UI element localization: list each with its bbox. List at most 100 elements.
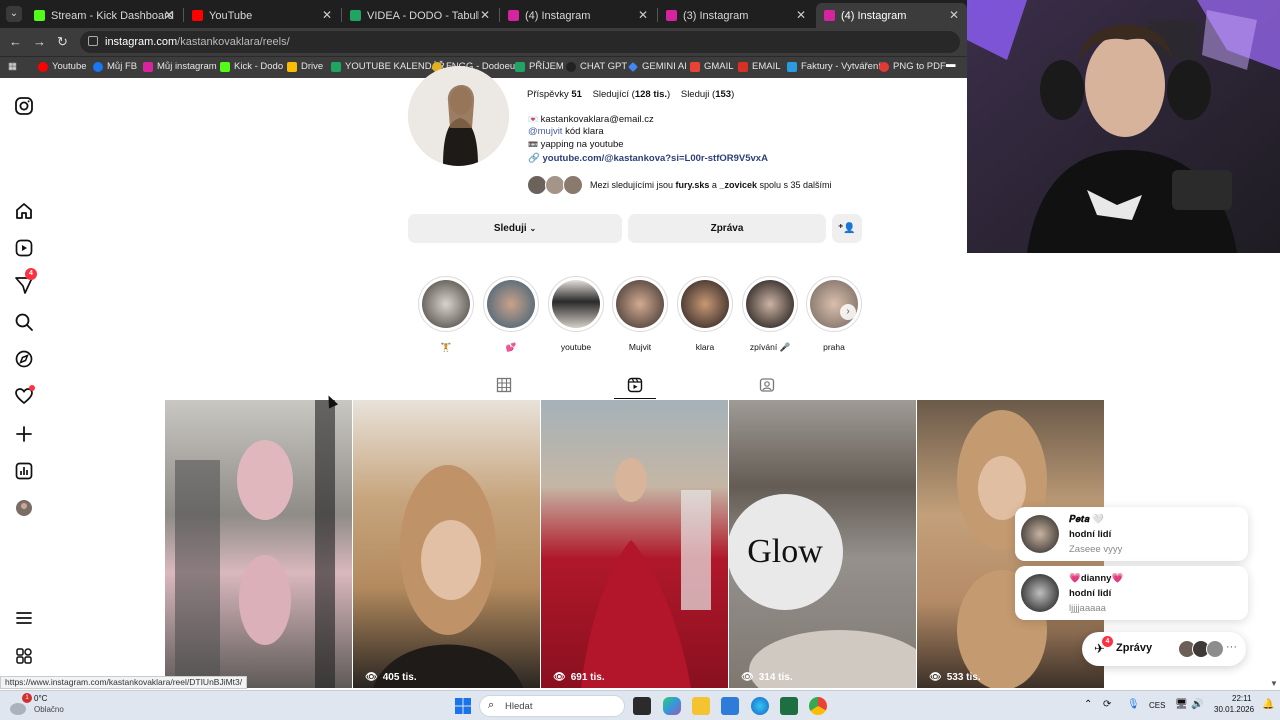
search-icon[interactable] — [14, 312, 34, 332]
task-view-icon[interactable] — [633, 697, 651, 715]
back-icon[interactable]: ← — [9, 34, 22, 49]
clock-time[interactable]: 22:11 — [1232, 694, 1251, 703]
tab-instagram-active[interactable]: (4) Instagram ✕ — [816, 3, 967, 28]
close-icon[interactable]: ✕ — [322, 8, 332, 22]
highlight-item[interactable]: Mujvit — [612, 276, 668, 352]
highlight-item[interactable]: 🏋 — [418, 276, 474, 353]
profile-picture[interactable] — [408, 66, 509, 166]
weather-widget[interactable]: 1 — [8, 693, 32, 717]
notifications-heart-icon[interactable] — [14, 385, 35, 406]
messages-button[interactable]: ✈ 4 Zprávy ··· — [1082, 632, 1246, 666]
reel-thumbnail[interactable]: 👁 691 tis. — [541, 400, 728, 688]
explore-icon[interactable] — [14, 349, 34, 369]
outlook-icon[interactable] — [721, 697, 739, 715]
search-icon: ⌕ — [488, 699, 495, 711]
microphone-icon[interactable]: 🎙 — [1127, 699, 1140, 710]
tab-sheets[interactable]: VIDEA - DODO - Tabulky Goog ✕ — [342, 3, 498, 28]
windows-taskbar: 1 0°C Oblačno ⌕ Hledat ⌃ ⟳ 🎙 CES 🖥 🔊 22:… — [0, 690, 1280, 720]
bookmark-instagram[interactable]: Můj instagram — [143, 61, 217, 72]
followers-stat[interactable]: Sledující (128 tis.) — [593, 89, 671, 100]
file-explorer-icon[interactable] — [692, 697, 710, 715]
instagram-logo-icon[interactable] — [14, 96, 34, 116]
highlight-item[interactable]: youtube — [548, 276, 604, 352]
tagged-icon[interactable] — [759, 377, 775, 393]
language-indicator[interactable]: CES — [1149, 701, 1165, 710]
more-bookmarks-icon[interactable]: ▬ — [946, 59, 956, 70]
reload-icon[interactable]: ↻ — [57, 34, 68, 50]
highlight-cover — [681, 280, 729, 328]
clock-date[interactable]: 30.01.2026 — [1214, 705, 1254, 714]
grid-posts-icon[interactable] — [496, 377, 512, 393]
message-preview-card[interactable]: 💗dianny💗 hodní lidí ljjjjaaaaa — [1015, 566, 1248, 620]
status-url: https://www.instagram.com/kastankovaklar… — [0, 676, 248, 689]
highlights-next-icon[interactable]: › — [840, 304, 856, 320]
sync-icon[interactable]: ⟳ — [1103, 699, 1111, 710]
mention-link[interactable]: @mujvit — [528, 126, 562, 137]
apps-icon[interactable]: ▦ — [8, 61, 17, 72]
menu-icon[interactable] — [14, 608, 34, 628]
copilot-icon[interactable] — [663, 697, 681, 715]
tray-expand-icon[interactable]: ⌃ — [1084, 699, 1092, 710]
reel-thumbnail[interactable]: 👁 405 tis. — [353, 400, 540, 688]
following-button[interactable]: Sleduji ⌄ — [408, 214, 622, 243]
url-field[interactable]: instagram.com/kastankovaklara/reels/ — [80, 31, 960, 53]
following-stat[interactable]: Sleduji (153) — [681, 89, 734, 100]
followed-by-text[interactable]: Mezi sledujícími jsou fury.sks a _zovice… — [590, 180, 832, 190]
reel-thumbnail[interactable] — [165, 400, 352, 688]
suggest-user-button[interactable]: ⁺👤 — [832, 214, 862, 243]
bookmark-gmail[interactable]: GMAIL — [690, 61, 734, 72]
bio-link[interactable]: 🔗 youtube.com/@kastankova?si=L00r-stfOR9… — [528, 153, 768, 164]
bookmark-faktury[interactable]: Faktury - Vytváření — [787, 61, 881, 72]
tab-search-icon[interactable]: ⌄ — [6, 6, 22, 22]
unread-dot — [29, 385, 35, 391]
bookmark-kick[interactable]: Kick - Dodo — [220, 61, 283, 72]
bookmark-youtube[interactable]: Youtube — [38, 61, 87, 72]
tab-instagram-4[interactable]: (4) Instagram ✕ — [500, 3, 656, 28]
bookmark-gemini[interactable]: GEMINI AI — [628, 61, 687, 72]
message-preview-card[interactable]: 𝑷𝒆𝒕𝒂 🤍 hodní lidí Zaseee vyyy — [1015, 507, 1248, 561]
edge-icon[interactable] — [751, 697, 769, 715]
mutual-followers-avatars[interactable] — [527, 175, 587, 195]
dashboard-icon[interactable] — [14, 461, 34, 481]
message-button[interactable]: Zpráva — [628, 214, 826, 243]
reels-tab-icon[interactable] — [627, 377, 643, 393]
bookmark-prijem[interactable]: PŘÍJEM — [515, 61, 564, 72]
bookmark-png-pdf[interactable]: PNG to PDF — [879, 61, 946, 72]
create-plus-icon[interactable] — [14, 424, 34, 444]
email-icon — [738, 61, 748, 72]
site-info-icon[interactable] — [88, 36, 98, 46]
tab-kick-dashboard[interactable]: Stream - Kick Dashboard ✕ — [26, 3, 182, 28]
direct-messages-icon[interactable]: 4 — [14, 268, 37, 295]
highlight-item[interactable]: 💕 — [483, 276, 539, 353]
tab-youtube[interactable]: YouTube ✕ — [184, 3, 340, 28]
forward-icon[interactable]: → — [33, 34, 46, 49]
highlight-item[interactable]: zpívání 🎤 — [742, 276, 798, 353]
gemini-icon — [628, 61, 638, 72]
highlight-item[interactable]: klara — [677, 276, 733, 352]
taskbar-search[interactable]: ⌕ Hledat — [479, 695, 625, 717]
close-icon[interactable]: ✕ — [480, 8, 490, 22]
bookmark-fb[interactable]: Můj FB — [93, 61, 137, 72]
volume-icon[interactable]: 🔊 — [1191, 699, 1203, 710]
close-icon[interactable]: ✕ — [949, 8, 959, 22]
excel-icon[interactable] — [780, 697, 798, 715]
chrome-icon[interactable] — [809, 697, 827, 715]
windows-start-icon[interactable] — [454, 697, 472, 715]
bookmark-yt-calendar[interactable]: YOUTUBE KALENDÁŘ — [331, 61, 445, 72]
profile-avatar-icon[interactable] — [14, 498, 34, 518]
scroll-down-icon[interactable]: ▼ — [1270, 679, 1278, 688]
network-icon[interactable]: 🖥 — [1175, 699, 1188, 710]
reel-thumbnail[interactable]: Glow 👁 314 tis. — [729, 400, 916, 688]
meta-more-icon[interactable] — [14, 646, 34, 666]
home-icon[interactable] — [14, 201, 34, 221]
close-icon[interactable]: ✕ — [164, 8, 174, 22]
bookmark-drive[interactable]: Drive — [287, 61, 323, 72]
reels-icon[interactable] — [14, 238, 34, 258]
view-count: 👁 314 tis. — [741, 672, 793, 683]
bookmark-email[interactable]: EMAIL — [738, 61, 781, 72]
bookmark-chatgpt[interactable]: CHAT GPT — [566, 61, 627, 72]
notification-bell-icon[interactable]: 🔔 — [1262, 699, 1274, 710]
tab-instagram-3[interactable]: (3) Instagram ✕ — [658, 3, 814, 28]
close-icon[interactable]: ✕ — [638, 8, 648, 22]
close-icon[interactable]: ✕ — [796, 8, 806, 22]
